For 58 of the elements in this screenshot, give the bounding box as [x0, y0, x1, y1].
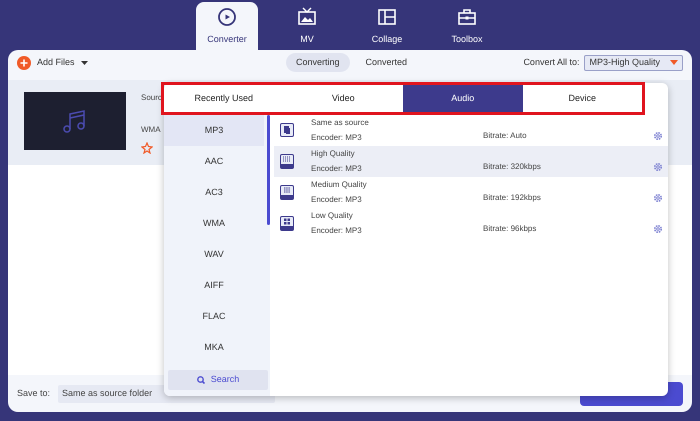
nav-tab[interactable]: MV [276, 2, 338, 52]
format-dropdown[interactable]: MP3-High Quality [584, 54, 683, 70]
view-tab[interactable]: Converting [286, 52, 350, 72]
format-label: WMA [141, 124, 162, 136]
convert-all-label: Convert All to: [523, 56, 580, 69]
preset-row[interactable]: Low Quality Encoder: MP3 Bitrate: 96kbps [274, 208, 668, 239]
preset-name: Low Quality [311, 210, 354, 222]
plus-icon [17, 56, 31, 70]
encoder-label: Encoder: MP3 [311, 225, 363, 237]
add-files-button[interactable]: Add Files [17, 56, 75, 70]
settings-icon[interactable] [653, 192, 663, 202]
play-icon [217, 7, 237, 28]
bitrate-label: Bitrate: 192kbps [483, 192, 542, 204]
quality-icon [280, 154, 294, 169]
format-item[interactable]: AIFF [164, 270, 264, 301]
quality-icon [280, 216, 294, 231]
format-item[interactable]: WMA [164, 208, 264, 239]
format-item[interactable]: FLAC [164, 301, 264, 332]
view-tab[interactable]: Converted [356, 52, 418, 72]
save-to-label: Save to: [17, 386, 50, 400]
settings-icon[interactable] [653, 224, 663, 234]
tv-icon [297, 7, 317, 28]
encoder-label: Encoder: MP3 [311, 163, 363, 175]
bitrate-label: Bitrate: 320kbps [483, 160, 542, 172]
settings-icon[interactable] [653, 130, 663, 140]
format-item[interactable]: MKA [164, 332, 264, 363]
settings-icon[interactable] [653, 162, 663, 172]
nav-tab[interactable]: Collage [356, 2, 418, 52]
layout-icon [377, 7, 397, 28]
format-item[interactable]: AAC [164, 146, 264, 177]
preset-name: Same as source [311, 117, 370, 129]
preset-name: Medium Quality [311, 179, 368, 191]
caret-icon [80, 60, 88, 64]
preset-row[interactable]: Same as source Encoder: MP3 Bitrate: Auto [274, 115, 668, 146]
caret-icon [670, 60, 678, 65]
bitrate-label: Bitrate: 96kbps [483, 222, 538, 234]
search-button[interactable]: Search [168, 370, 268, 390]
toolbox-icon [457, 7, 477, 28]
format-tab[interactable]: Recently Used [164, 85, 284, 112]
star-icon [141, 142, 153, 154]
preset-name: High Quality [311, 148, 356, 160]
encoder-label: Encoder: MP3 [311, 132, 363, 144]
nav-tab[interactable]: Converter [196, 2, 258, 52]
preset-row[interactable]: High Quality Encoder: MP3 Bitrate: 320kbps [274, 146, 668, 177]
format-tab[interactable]: Video [284, 85, 403, 112]
source-label: Sourc [141, 92, 162, 104]
format-item[interactable]: MP3 [164, 115, 264, 146]
bitrate-label: Bitrate: Auto [483, 130, 528, 142]
preset-row[interactable]: Medium Quality Encoder: MP3 Bitrate: 192kbps [274, 177, 668, 208]
encoder-label: Encoder: MP3 [311, 194, 363, 206]
format-tab[interactable]: Device [522, 85, 642, 112]
format-item[interactable]: AC3 [164, 177, 264, 208]
search-icon [196, 376, 205, 384]
nav-tab[interactable]: Toolbox [436, 2, 498, 52]
format-item[interactable]: WAV [164, 239, 264, 270]
quality-icon [280, 123, 294, 138]
format-tab[interactable]: Audio [403, 85, 522, 112]
quality-icon [280, 185, 294, 200]
